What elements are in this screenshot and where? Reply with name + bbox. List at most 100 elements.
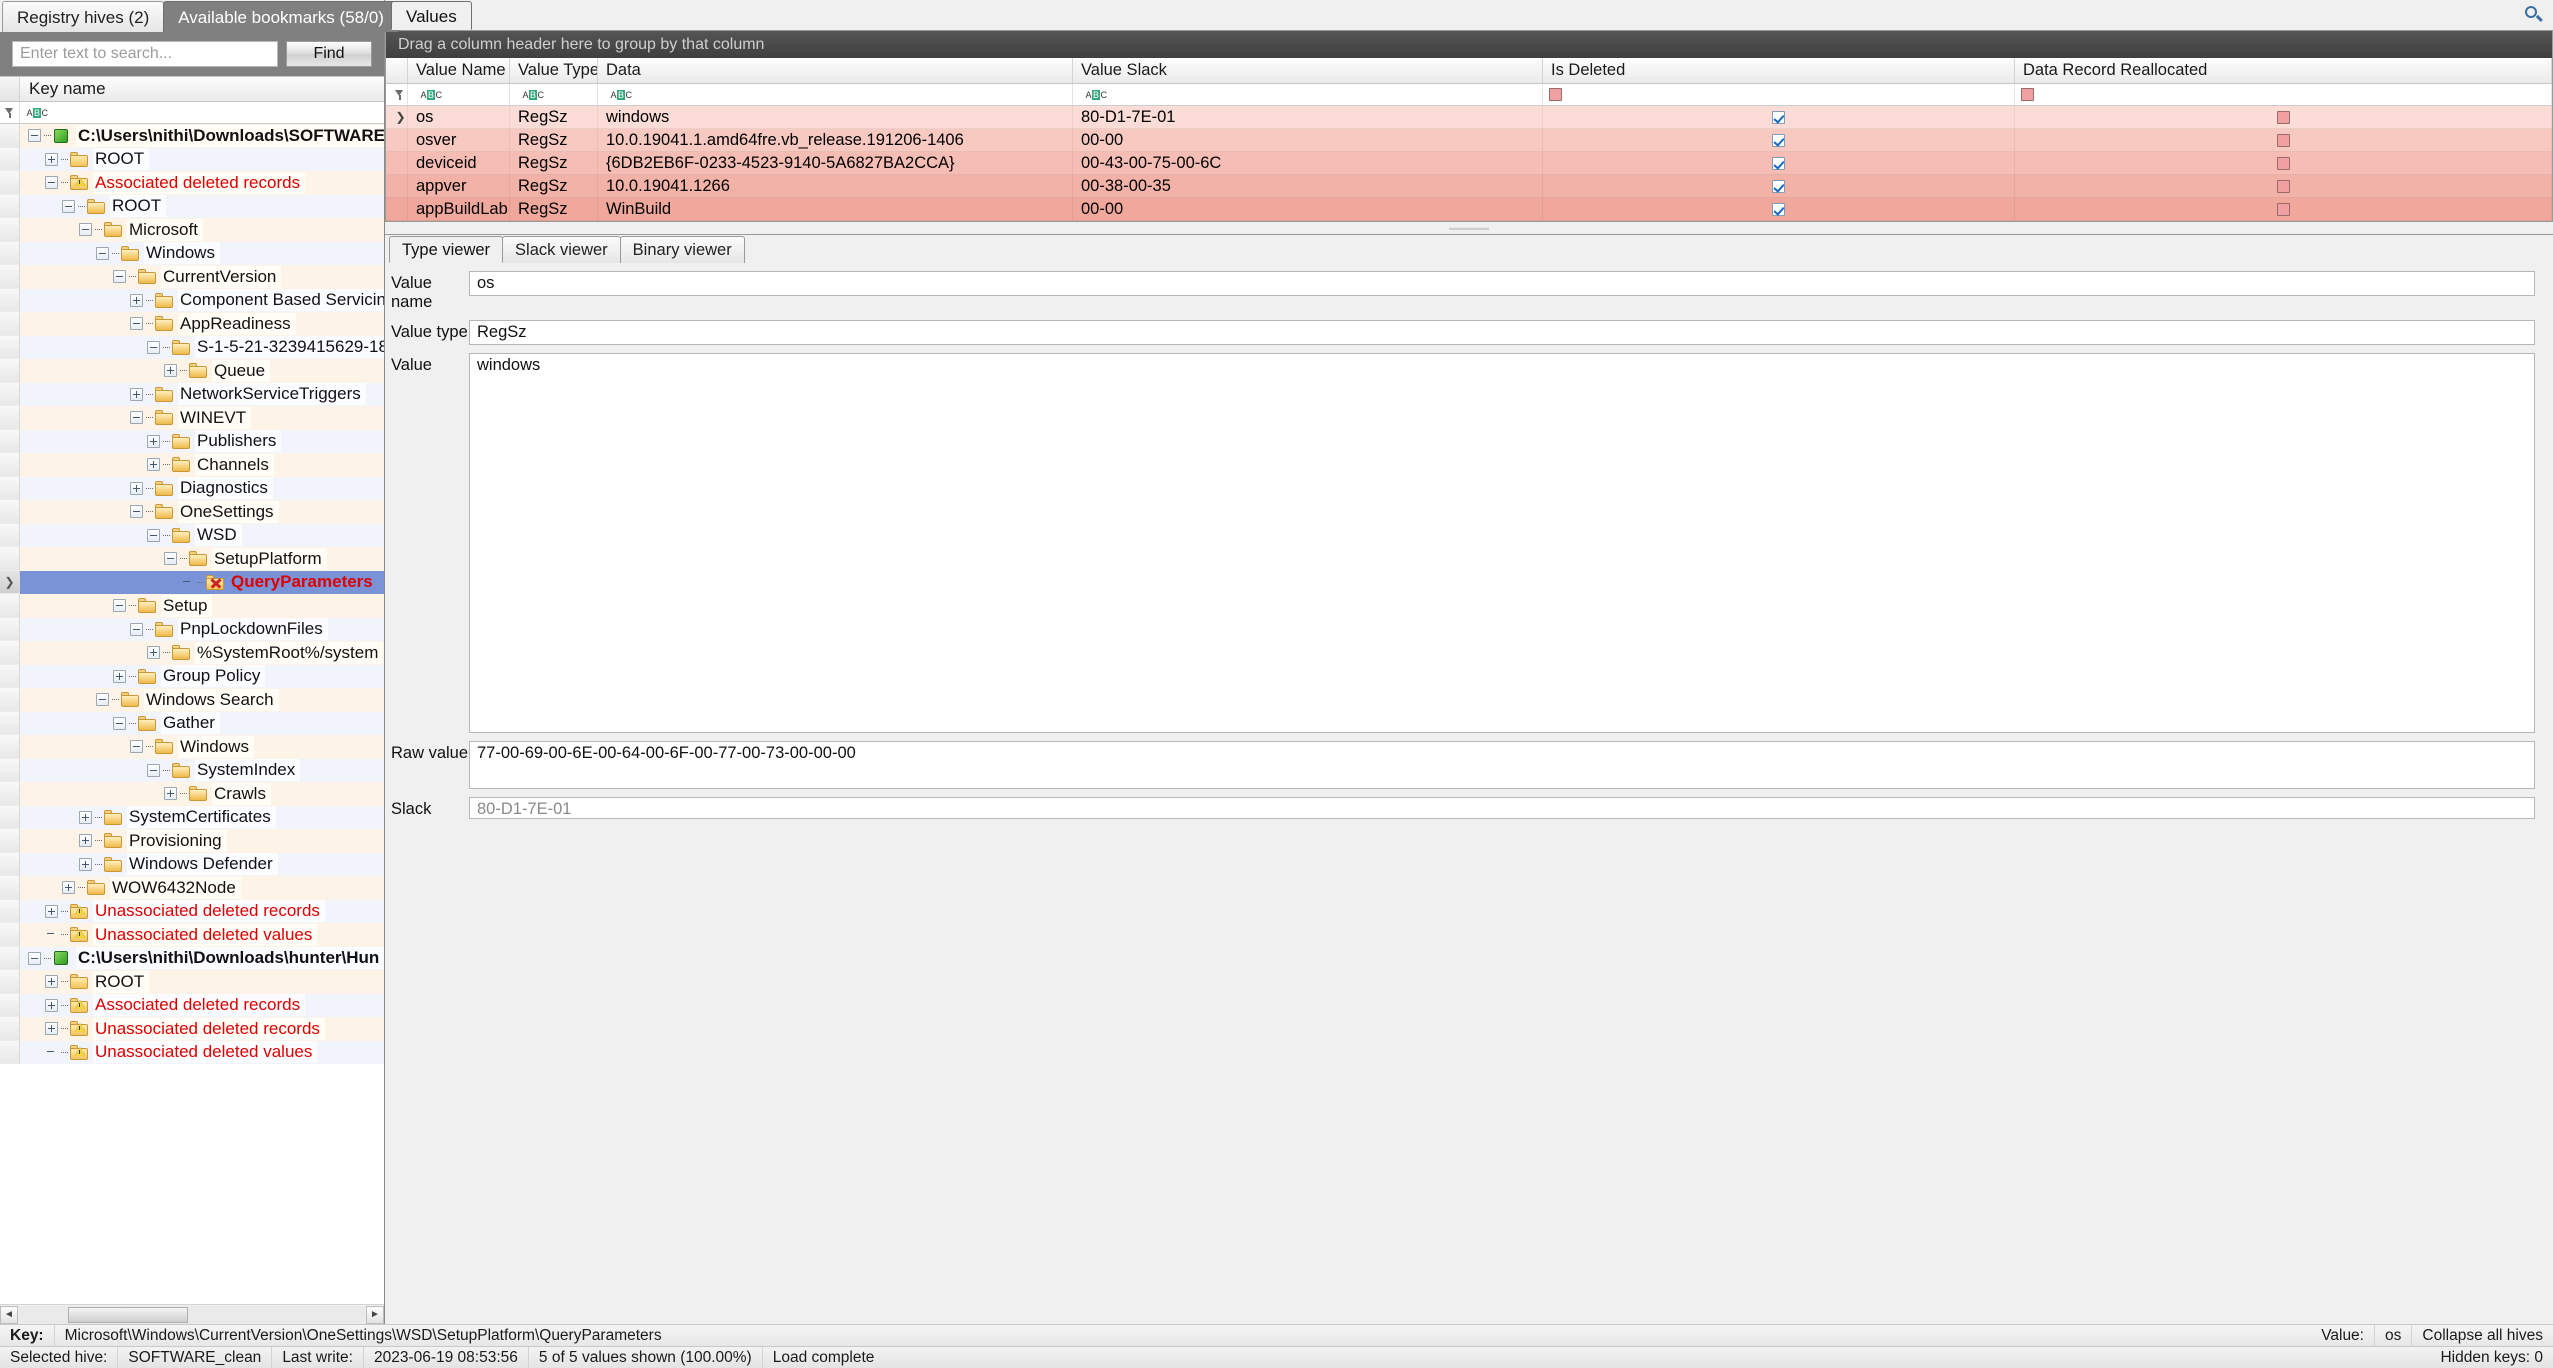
tab-available-bookmarks[interactable]: Available bookmarks (58/0) [163, 1, 399, 32]
expand-icon[interactable] [45, 152, 58, 166]
data-record-reallocated-checkbox[interactable] [2276, 202, 2290, 216]
collapse-icon[interactable] [28, 129, 41, 143]
collapse-icon[interactable] [62, 199, 75, 213]
expand-icon[interactable] [130, 481, 143, 495]
tree-node[interactable]: Windows [0, 241, 384, 265]
collapse-icon[interactable] [147, 763, 160, 777]
filter-value-type[interactable]: ABC [510, 84, 598, 105]
tree-node[interactable]: Windows [0, 735, 384, 759]
key-tree-scroll[interactable]: C:\Users\nithi\Downloads\SOFTWARE ROOT Ass… [0, 124, 384, 1304]
checkbox-filter-icon[interactable] [1549, 88, 1562, 101]
tree-node[interactable]: AppReadiness [0, 312, 384, 336]
expand-icon[interactable] [79, 810, 92, 824]
tree-node[interactable]: ROOT [0, 970, 384, 994]
grid-detail-splitter[interactable] [385, 222, 2553, 234]
checkbox-filter-icon[interactable] [2021, 88, 2034, 101]
data-record-reallocated-checkbox[interactable] [2276, 179, 2290, 193]
tree-node[interactable]: Windows Defender [0, 852, 384, 876]
expand-icon[interactable] [130, 387, 143, 401]
expand-icon[interactable] [45, 975, 58, 989]
expand-icon[interactable] [45, 904, 58, 918]
input-slack[interactable]: 80-D1-7E-01 [469, 797, 2535, 819]
data-record-reallocated-checkbox[interactable] [2276, 156, 2290, 170]
is-deleted-checkbox[interactable] [1772, 156, 1785, 170]
collapse-all-hives-button[interactable]: Collapse all hives [2412, 1325, 2553, 1346]
expand-icon[interactable] [147, 434, 160, 448]
tree-node[interactable]: SetupPlatform [0, 547, 384, 571]
scroll-right-icon[interactable]: ► [366, 1305, 384, 1324]
column-header-is-deleted[interactable]: Is Deleted [1543, 58, 2015, 83]
collapse-icon[interactable] [113, 270, 126, 284]
collapse-icon[interactable] [147, 340, 160, 354]
data-record-reallocated-checkbox[interactable] [2276, 133, 2290, 147]
tree-node[interactable]: Associated deleted records [0, 171, 384, 195]
collapse-icon[interactable] [28, 951, 41, 965]
input-value-type[interactable]: RegSz [469, 320, 2535, 345]
tree-node[interactable]: Queue [0, 359, 384, 383]
collapse-icon[interactable] [79, 223, 92, 237]
collapse-icon[interactable] [130, 317, 143, 331]
expand-icon[interactable] [147, 646, 160, 660]
input-raw-value[interactable]: 77-00-69-00-6E-00-64-00-6F-00-77-00-73-0… [469, 741, 2535, 789]
tab-registry-hives[interactable]: Registry hives (2) [2, 1, 165, 32]
tree-node[interactable]: C:\Users\nithi\Downloads\hunter\Hun [0, 946, 384, 970]
tree-node[interactable]: Unassociated deleted values [0, 923, 384, 947]
column-header-value-slack[interactable]: Value Slack [1073, 58, 1543, 83]
tree-node[interactable]: Unassociated deleted records [0, 1017, 384, 1041]
column-header-data-record-reallocated[interactable]: Data Record Reallocated [2015, 58, 2552, 83]
expand-icon[interactable] [79, 834, 92, 848]
keyname-column-header[interactable]: Key name [0, 76, 384, 102]
expand-icon[interactable] [62, 881, 75, 895]
is-deleted-checkbox[interactable] [1772, 133, 1785, 147]
tree-horizontal-scrollbar[interactable]: ◄ ► [0, 1304, 384, 1324]
collapse-icon[interactable] [130, 505, 143, 519]
tree-node[interactable]: Windows Search [0, 688, 384, 712]
tab-slack-viewer[interactable]: Slack viewer [502, 236, 621, 263]
tree-node[interactable]: Group Policy [0, 664, 384, 688]
tree-node[interactable]: Publishers [0, 429, 384, 453]
search-icon[interactable] [2525, 6, 2543, 24]
column-header-value-type[interactable]: Value Type [510, 58, 598, 83]
tree-node[interactable]: ❯ QueryParameters [0, 570, 384, 594]
scroll-left-icon[interactable]: ◄ [0, 1305, 18, 1324]
collapse-icon[interactable] [164, 552, 177, 566]
tree-node[interactable]: SystemCertificates [0, 805, 384, 829]
collapse-icon[interactable] [96, 693, 109, 707]
table-row[interactable]: ❯ os RegSz windows 80-D1-7E-01 [386, 106, 2552, 129]
column-header-data[interactable]: Data [598, 58, 1073, 83]
table-row[interactable]: osver RegSz 10.0.19041.1.amd64fre.vb_relea… [386, 129, 2552, 152]
tree-node[interactable]: WSD [0, 523, 384, 547]
filter-data-record-reallocated[interactable] [2015, 84, 2552, 105]
tree-node[interactable]: Associated deleted records [0, 993, 384, 1017]
table-row[interactable]: deviceid RegSz {6DB2EB6F-0233-4523-9140-5A… [386, 152, 2552, 175]
expand-icon[interactable] [147, 458, 160, 472]
key-tree[interactable]: C:\Users\nithi\Downloads\SOFTWARE ROOT Ass… [0, 124, 384, 1064]
data-record-reallocated-checkbox[interactable] [2276, 110, 2290, 124]
collapse-icon[interactable] [130, 411, 143, 425]
values-grid[interactable]: Value Name Value Type Data Value Slack I… [385, 58, 2553, 222]
hscroll-thumb[interactable] [68, 1306, 188, 1323]
find-button[interactable]: Find [286, 41, 372, 67]
tree-node[interactable]: NetworkServiceTriggers [0, 382, 384, 406]
expand-icon[interactable] [45, 1022, 58, 1036]
tree-node[interactable]: OneSettings [0, 500, 384, 524]
tree-node[interactable]: Setup [0, 594, 384, 618]
filter-data[interactable]: ABC [598, 84, 1073, 105]
tree-node[interactable]: CurrentVersion [0, 265, 384, 289]
tree-node[interactable]: PnpLockdownFiles [0, 617, 384, 641]
collapse-icon[interactable] [96, 246, 109, 260]
tab-values[interactable]: Values [391, 1, 472, 30]
group-by-drop-area[interactable]: Drag a column header here to group by th… [385, 30, 2553, 58]
tree-node[interactable]: Diagnostics [0, 476, 384, 500]
tab-type-viewer[interactable]: Type viewer [389, 236, 504, 263]
table-row[interactable]: appBuildLab RegSz WinBuild 00-00 [386, 198, 2552, 221]
expand-icon[interactable] [130, 293, 143, 307]
is-deleted-checkbox[interactable] [1772, 202, 1785, 216]
expand-icon[interactable] [164, 787, 177, 801]
tree-node[interactable]: ROOT [0, 194, 384, 218]
input-value-name[interactable]: os [469, 271, 2535, 296]
keyname-filter-row[interactable]: ABC [0, 102, 384, 124]
tree-node[interactable]: WINEVT [0, 406, 384, 430]
tree-node[interactable]: WOW6432Node [0, 876, 384, 900]
tree-node[interactable]: ROOT [0, 147, 384, 171]
